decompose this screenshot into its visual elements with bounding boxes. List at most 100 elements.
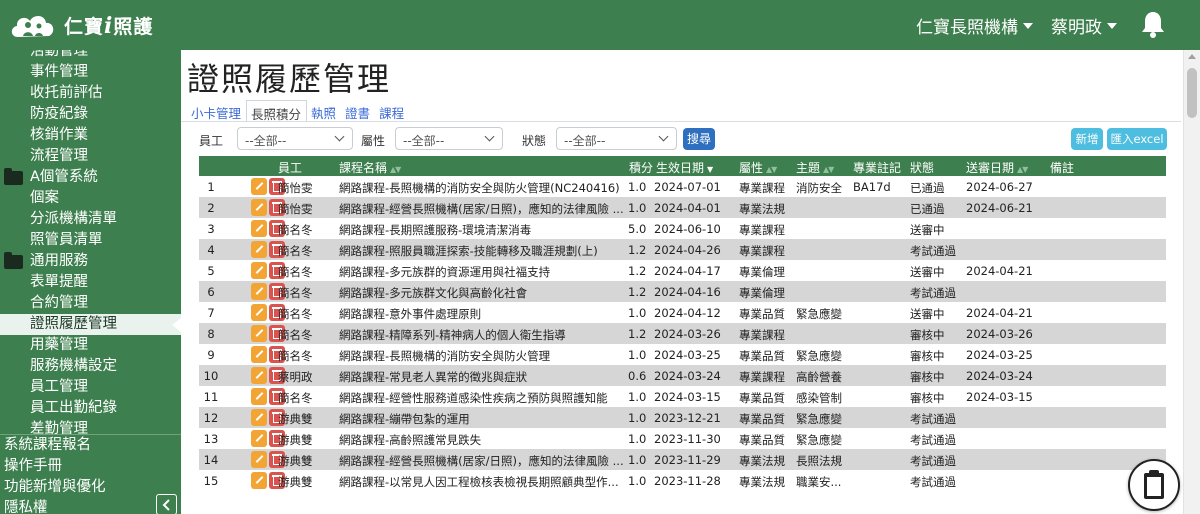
sidebar-item[interactable]: 收托前評估 (0, 83, 181, 104)
sidebar-item[interactable]: 表單提醒 (0, 272, 181, 293)
cell-course: 網路課程-多元族群的資源運用與社福支持 (339, 265, 551, 279)
cell-attribute: 專業課程 (739, 328, 785, 342)
header-course[interactable]: 課程名稱 ▲▼ (339, 159, 401, 176)
edit-icon[interactable] (251, 262, 267, 279)
sidebar-item[interactable]: 系統課程報名 (0, 435, 181, 456)
table-row[interactable]: 7 簡名冬 網路課程-意外事件處理原則 1.0 2024-04-12 專業品質 緊急應變 送審… (199, 302, 1166, 323)
sidebar-item[interactable]: 員工出勤紀錄 (0, 398, 181, 419)
sidebar-item[interactable]: 流程管理 (0, 146, 181, 167)
sidebar-item[interactable]: 分派機構清單 (0, 209, 181, 230)
tab[interactable]: 執照 (307, 100, 341, 122)
bell-icon[interactable] (1140, 10, 1166, 38)
search-button[interactable]: 搜尋 (683, 128, 715, 150)
header-topic[interactable]: 主題 ▲▼ (796, 159, 834, 176)
vertical-scrollbar[interactable] (1183, 50, 1200, 514)
sidebar-item[interactable]: 操作手冊 (0, 456, 181, 477)
edit-icon[interactable] (251, 409, 267, 426)
cell-attribute: 專業品質 (739, 307, 785, 321)
edit-icon[interactable] (251, 346, 267, 363)
header-employee[interactable]: 員工 (278, 159, 302, 176)
table-row[interactable]: 14 游典雙 網路課程-經營長照機構(居家/日照)，應知的法律風險 ... 1.0 20… (199, 449, 1166, 470)
sidebar-item[interactable]: 防疫紀錄 (0, 104, 181, 125)
collapse-sidebar-button[interactable] (156, 494, 177, 514)
cell-course: 網路課程-長照機構的消防安全與防火管理 (339, 349, 551, 363)
edit-icon[interactable] (251, 325, 267, 342)
sidebar-item[interactable]: 照管員清單 (0, 230, 181, 251)
cell-course: 網路課程-經營性服務道感染性疾病之預防與照護知能 (339, 391, 608, 405)
sidebar-group[interactable]: A個管系統 (0, 167, 181, 188)
table-body: 1 簡怡雯 網路課程-長照機構的消防安全與防火管理(NC240416) 1.0 2024… (199, 176, 1166, 491)
table-row[interactable]: 5 簡名冬 網路課程-多元族群的資源運用與社福支持 1.2 2024-04-17 專業倫理… (199, 260, 1166, 281)
header-points[interactable]: 積分 (629, 159, 653, 176)
sidebar-item[interactable]: 證照履歷管理 (0, 314, 181, 335)
edit-icon[interactable] (251, 472, 267, 489)
header-submit-date[interactable]: 送審日期 ▲▼ (966, 159, 1028, 176)
sidebar-item[interactable]: 核銷作業 (0, 125, 181, 146)
table-row[interactable]: 6 簡名冬 網路課程-多元族群文化與高齡化社會 1.2 2024-04-16 專業倫理 考試… (199, 281, 1166, 302)
cell-points: 1.0 (628, 390, 647, 404)
cell-status: 送審中 (910, 223, 945, 237)
edit-icon[interactable] (251, 451, 267, 468)
row-number: 2 (207, 201, 215, 215)
tab[interactable]: 小卡管理 (187, 100, 246, 122)
sidebar-item[interactable]: 隱私權 (0, 498, 181, 514)
edit-icon[interactable] (251, 199, 267, 216)
edit-icon[interactable] (251, 220, 267, 237)
sidebar-item[interactable]: 功能新增與優化 (0, 477, 181, 498)
edit-icon[interactable] (251, 283, 267, 300)
tab[interactable]: 證書 (341, 100, 375, 122)
table-row[interactable]: 1 簡怡雯 網路課程-長照機構的消防安全與防火管理(NC240416) 1.0 2024… (199, 176, 1166, 197)
cell-status: 審核中 (910, 391, 945, 405)
employee-select[interactable]: --全部-- (237, 127, 353, 150)
header-note-code[interactable]: 專業註記 (853, 159, 901, 176)
sidebar-item[interactable]: 活動管理 (0, 50, 181, 62)
table-row[interactable]: 4 簡名冬 網路課程-照服員職涯探索-技能轉移及職涯規劃(上) 1.2 2024-04-… (199, 239, 1166, 260)
edit-icon[interactable] (251, 178, 267, 195)
sidebar-item[interactable]: 用藥管理 (0, 335, 181, 356)
cell-date: 2024-06-10 (654, 222, 721, 236)
user-dropdown[interactable]: 蔡明政 (1051, 13, 1117, 38)
table-row[interactable]: 9 簡名冬 網路課程-長照機構的消防安全與防火管理 1.0 2024-03-25 專業品質… (199, 344, 1166, 365)
edit-icon[interactable] (251, 430, 267, 447)
app-logo[interactable]: 仁寶i照護 (8, 8, 153, 42)
table-row[interactable]: 8 簡名冬 網路課程-精障系列-精神病人的個人衛生指導 1.2 2024-03-26 專業… (199, 323, 1166, 344)
header-status[interactable]: 狀態 (910, 159, 934, 176)
cell-points: 1.0 (628, 306, 647, 320)
attribute-select[interactable]: --全部-- (395, 127, 503, 150)
tab-bar: 小卡管理 長照積分 執照 證書 課程 (187, 100, 409, 122)
edit-icon[interactable] (251, 241, 267, 258)
org-dropdown[interactable]: 仁寶長照機構 (916, 13, 1033, 38)
cell-date: 2024-04-26 (654, 243, 721, 257)
clipboard-fab-button[interactable] (1128, 459, 1180, 511)
add-button[interactable]: 新增 (1071, 128, 1103, 150)
scroll-up-icon[interactable] (1188, 54, 1196, 59)
cell-status: 考試通過 (910, 454, 956, 468)
sidebar-item[interactable]: 員工管理 (0, 377, 181, 398)
edit-icon[interactable] (251, 304, 267, 321)
tab[interactable]: 長照積分 (246, 100, 308, 122)
tab[interactable]: 課程 (375, 100, 409, 122)
cell-attribute: 專業課程 (739, 181, 785, 195)
table-row[interactable]: 15 游典雙 網路課程-以常見人因工程檢核表檢視長期照顧典型作... 1.0 2023-… (199, 470, 1166, 491)
sidebar-item[interactable]: 合約管理 (0, 293, 181, 314)
sidebar-item[interactable]: 事件管理 (0, 62, 181, 83)
edit-icon[interactable] (251, 367, 267, 384)
scrollbar-thumb[interactable] (1187, 68, 1197, 118)
table-row[interactable]: 13 游典雙 網路課程-高齡照護常見跌失 1.0 2023-11-30 專業品質 緊急應變 考… (199, 428, 1166, 449)
header-date[interactable]: 生效日期 ▼ (656, 159, 713, 176)
chevron-down-icon (658, 131, 669, 142)
sidebar-item-label: 隱私權 (4, 500, 48, 514)
table-row[interactable]: 12 游典雙 網路課程-繃帶包紮的運用 1.0 2023-12-21 專業品質 緊急應變 考試… (199, 407, 1166, 428)
table-row[interactable]: 3 簡名冬 網路課程-長期照護服務-環境清潔消毒 5.0 2024-06-10 專業課程 送… (199, 218, 1166, 239)
header-attribute[interactable]: 屬性 ▲▼ (739, 159, 777, 176)
status-select[interactable]: --全部-- (556, 127, 677, 150)
table-row[interactable]: 11 簡名冬 網路課程-經營性服務道感染性疾病之預防與照護知能 1.0 2024-03-… (199, 386, 1166, 407)
edit-icon[interactable] (251, 388, 267, 405)
import-excel-button[interactable]: 匯入excel (1107, 128, 1167, 150)
sidebar-item[interactable]: 服務機構設定 (0, 356, 181, 377)
table-row[interactable]: 10 蔡明政 網路課程-常見老人異常的徵兆與症狀 0.6 2024-03-24 專業課程高… (199, 365, 1166, 386)
table-row[interactable]: 2 簡怡雯 網路課程-經營長照機構(居家/日照)，應知的法律風險 ... 1.0 202… (199, 197, 1166, 218)
sidebar-group[interactable]: 通用服務 (0, 251, 181, 272)
row-number: 6 (207, 285, 215, 299)
sidebar-item[interactable]: 個案 (0, 188, 181, 209)
